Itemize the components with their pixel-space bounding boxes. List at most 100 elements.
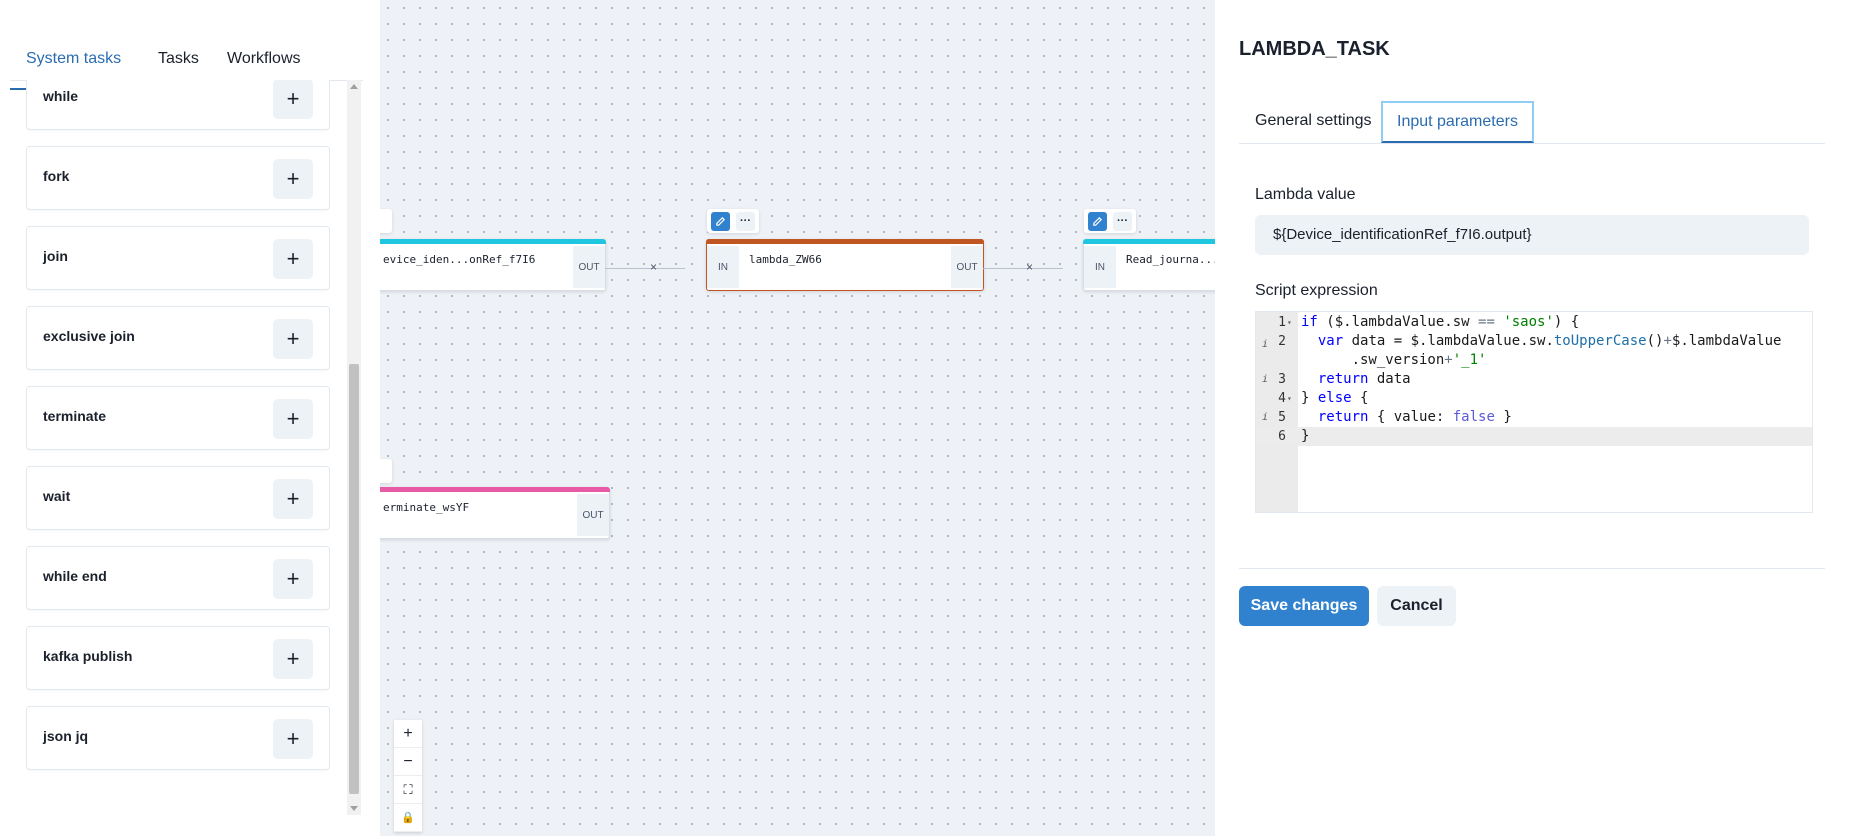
task-card-join: join + bbox=[26, 226, 330, 290]
add-task-button[interactable]: + bbox=[273, 559, 313, 599]
node-color-bar bbox=[1083, 239, 1215, 244]
remove-edge-icon[interactable]: × bbox=[1026, 260, 1033, 274]
workflow-node-lambda[interactable]: IN lambda_ZW66 OUT bbox=[706, 239, 984, 291]
node-toolbar bbox=[380, 209, 392, 233]
task-card-kafka-publish: kafka publish + bbox=[26, 626, 330, 690]
code-line: i 2 var data = $.lambdaValue.sw.toUpperC… bbox=[1256, 332, 1812, 351]
lock-button[interactable]: 🔒 bbox=[394, 804, 422, 832]
node-more-button[interactable]: ··· bbox=[1113, 211, 1132, 231]
workflow-node-terminate[interactable]: erminate_wsYF OUT bbox=[380, 487, 610, 539]
node-label: erminate_wsYF bbox=[383, 501, 470, 514]
code-text: return { value: false } bbox=[1317, 409, 1512, 425]
task-card-while: while + bbox=[26, 80, 330, 130]
task-name: fork bbox=[43, 168, 70, 184]
cancel-button[interactable]: Cancel bbox=[1377, 586, 1456, 626]
settings-tabs: General settings Input parameters bbox=[1239, 101, 1825, 144]
code-text: return data bbox=[1317, 371, 1411, 387]
save-changes-button[interactable]: Save changes bbox=[1239, 586, 1369, 626]
task-list-scrollbar[interactable] bbox=[347, 80, 361, 815]
code-text: .sw_version+'_1' bbox=[1301, 352, 1487, 368]
node-color-bar bbox=[706, 239, 984, 244]
task-name: join bbox=[43, 248, 68, 264]
remove-edge-icon[interactable]: × bbox=[650, 260, 657, 274]
node-color-bar bbox=[380, 239, 606, 244]
script-expression-label: Script expression bbox=[1255, 282, 1378, 299]
task-palette: System tasks Tasks Workflows while + for… bbox=[0, 0, 380, 836]
node-more-button[interactable]: ··· bbox=[736, 211, 755, 231]
fit-view-button[interactable]: ⛶ bbox=[394, 776, 422, 804]
workflow-canvas[interactable]: evice_iden...onRef_f7I6 OUT × ··· IN lam… bbox=[380, 0, 1215, 836]
code-line-active: 6 } bbox=[1256, 427, 1812, 446]
zoom-in-button[interactable]: + bbox=[394, 720, 422, 748]
workflow-node-device-identification[interactable]: evice_iden...onRef_f7I6 OUT bbox=[380, 239, 606, 291]
lambda-value-label: Lambda value bbox=[1255, 186, 1356, 203]
task-card-wait: wait + bbox=[26, 466, 330, 530]
line-number: 3 bbox=[1278, 372, 1286, 387]
add-task-button[interactable]: + bbox=[273, 319, 313, 359]
task-name: wait bbox=[43, 488, 71, 504]
add-task-button[interactable]: + bbox=[273, 639, 313, 679]
edit-icon bbox=[716, 216, 726, 226]
node-label: lambda_ZW66 bbox=[749, 253, 822, 266]
fold-arrow-icon[interactable]: ▾ bbox=[1287, 313, 1292, 332]
add-task-button[interactable]: + bbox=[273, 399, 313, 439]
node-toolbar bbox=[380, 459, 392, 483]
add-task-button[interactable]: + bbox=[273, 80, 313, 119]
canvas-zoom-controls: + − ⛶ 🔒 bbox=[394, 720, 422, 832]
scroll-up-icon[interactable] bbox=[350, 84, 358, 89]
node-out-port[interactable]: OUT bbox=[951, 246, 983, 288]
fold-arrow-icon[interactable]: ▾ bbox=[1287, 389, 1292, 408]
edit-icon bbox=[1093, 216, 1103, 226]
node-out-port[interactable]: OUT bbox=[573, 246, 605, 288]
line-number: 5 bbox=[1278, 410, 1286, 425]
node-toolbar: ··· bbox=[707, 209, 759, 233]
code-text: } else { bbox=[1301, 390, 1369, 406]
system-task-list: while + fork + join + exclusive join + t… bbox=[26, 80, 330, 780]
code-text: if ($.lambdaValue.sw == 'saos') { bbox=[1301, 314, 1580, 330]
code-line: i 5 return { value: false } bbox=[1256, 408, 1812, 427]
task-card-while-end: while end + bbox=[26, 546, 330, 610]
divider bbox=[1239, 568, 1825, 569]
tab-general-settings[interactable]: General settings bbox=[1239, 101, 1388, 141]
add-task-button[interactable]: + bbox=[273, 719, 313, 759]
task-name: while bbox=[43, 88, 79, 104]
node-in-port[interactable]: IN bbox=[1084, 246, 1116, 288]
edit-node-button[interactable] bbox=[711, 211, 730, 231]
task-card-fork: fork + bbox=[26, 146, 330, 210]
zoom-out-button[interactable]: − bbox=[394, 748, 422, 776]
task-name: exclusive join bbox=[43, 328, 135, 344]
node-in-port[interactable]: IN bbox=[707, 246, 739, 288]
line-number: 2 bbox=[1278, 334, 1286, 349]
edit-node-button[interactable] bbox=[1088, 211, 1107, 231]
line-number: 1 bbox=[1278, 315, 1286, 330]
code-text: } bbox=[1301, 428, 1310, 444]
node-label: evice_iden...onRef_f7I6 bbox=[383, 253, 536, 266]
node-toolbar: ··· bbox=[1084, 209, 1136, 233]
code-line: 1 ▾ if ($.lambdaValue.sw == 'saos') { bbox=[1256, 313, 1812, 332]
panel-title: LAMBDA_TASK bbox=[1239, 38, 1390, 60]
workflow-edge bbox=[983, 268, 1063, 269]
scroll-down-icon[interactable] bbox=[350, 806, 358, 811]
task-name: json jq bbox=[43, 728, 89, 744]
add-task-button[interactable]: + bbox=[273, 479, 313, 519]
code-line: i 3 return data bbox=[1256, 370, 1812, 389]
line-number: 4 bbox=[1278, 391, 1286, 406]
scrollbar-thumb[interactable] bbox=[349, 364, 359, 794]
task-card-terminate: terminate + bbox=[26, 386, 330, 450]
code-line: 4 ▾ } else { bbox=[1256, 389, 1812, 408]
workflow-node-read-journal[interactable]: IN Read_journa... bbox=[1083, 239, 1215, 291]
task-card-exclusive-join: exclusive join + bbox=[26, 306, 330, 370]
code-line: .sw_version+'_1' bbox=[1256, 351, 1812, 370]
task-name: while end bbox=[43, 568, 107, 584]
line-number: 6 bbox=[1278, 429, 1286, 444]
tab-input-parameters[interactable]: Input parameters bbox=[1381, 101, 1534, 143]
add-task-button[interactable]: + bbox=[273, 239, 313, 279]
task-name: kafka publish bbox=[43, 648, 133, 664]
workflow-edge bbox=[605, 268, 685, 269]
node-out-port[interactable]: OUT bbox=[577, 494, 609, 536]
lambda-value-input[interactable]: ${Device_identificationRef_f7I6.output} bbox=[1255, 215, 1809, 255]
code-text: var data = $.lambdaValue.sw.toUpperCase(… bbox=[1317, 333, 1782, 349]
add-task-button[interactable]: + bbox=[273, 159, 313, 199]
script-code-editor[interactable]: 1 ▾ if ($.lambdaValue.sw == 'saos') { i … bbox=[1255, 311, 1813, 513]
task-card-json-jq: json jq + bbox=[26, 706, 330, 770]
